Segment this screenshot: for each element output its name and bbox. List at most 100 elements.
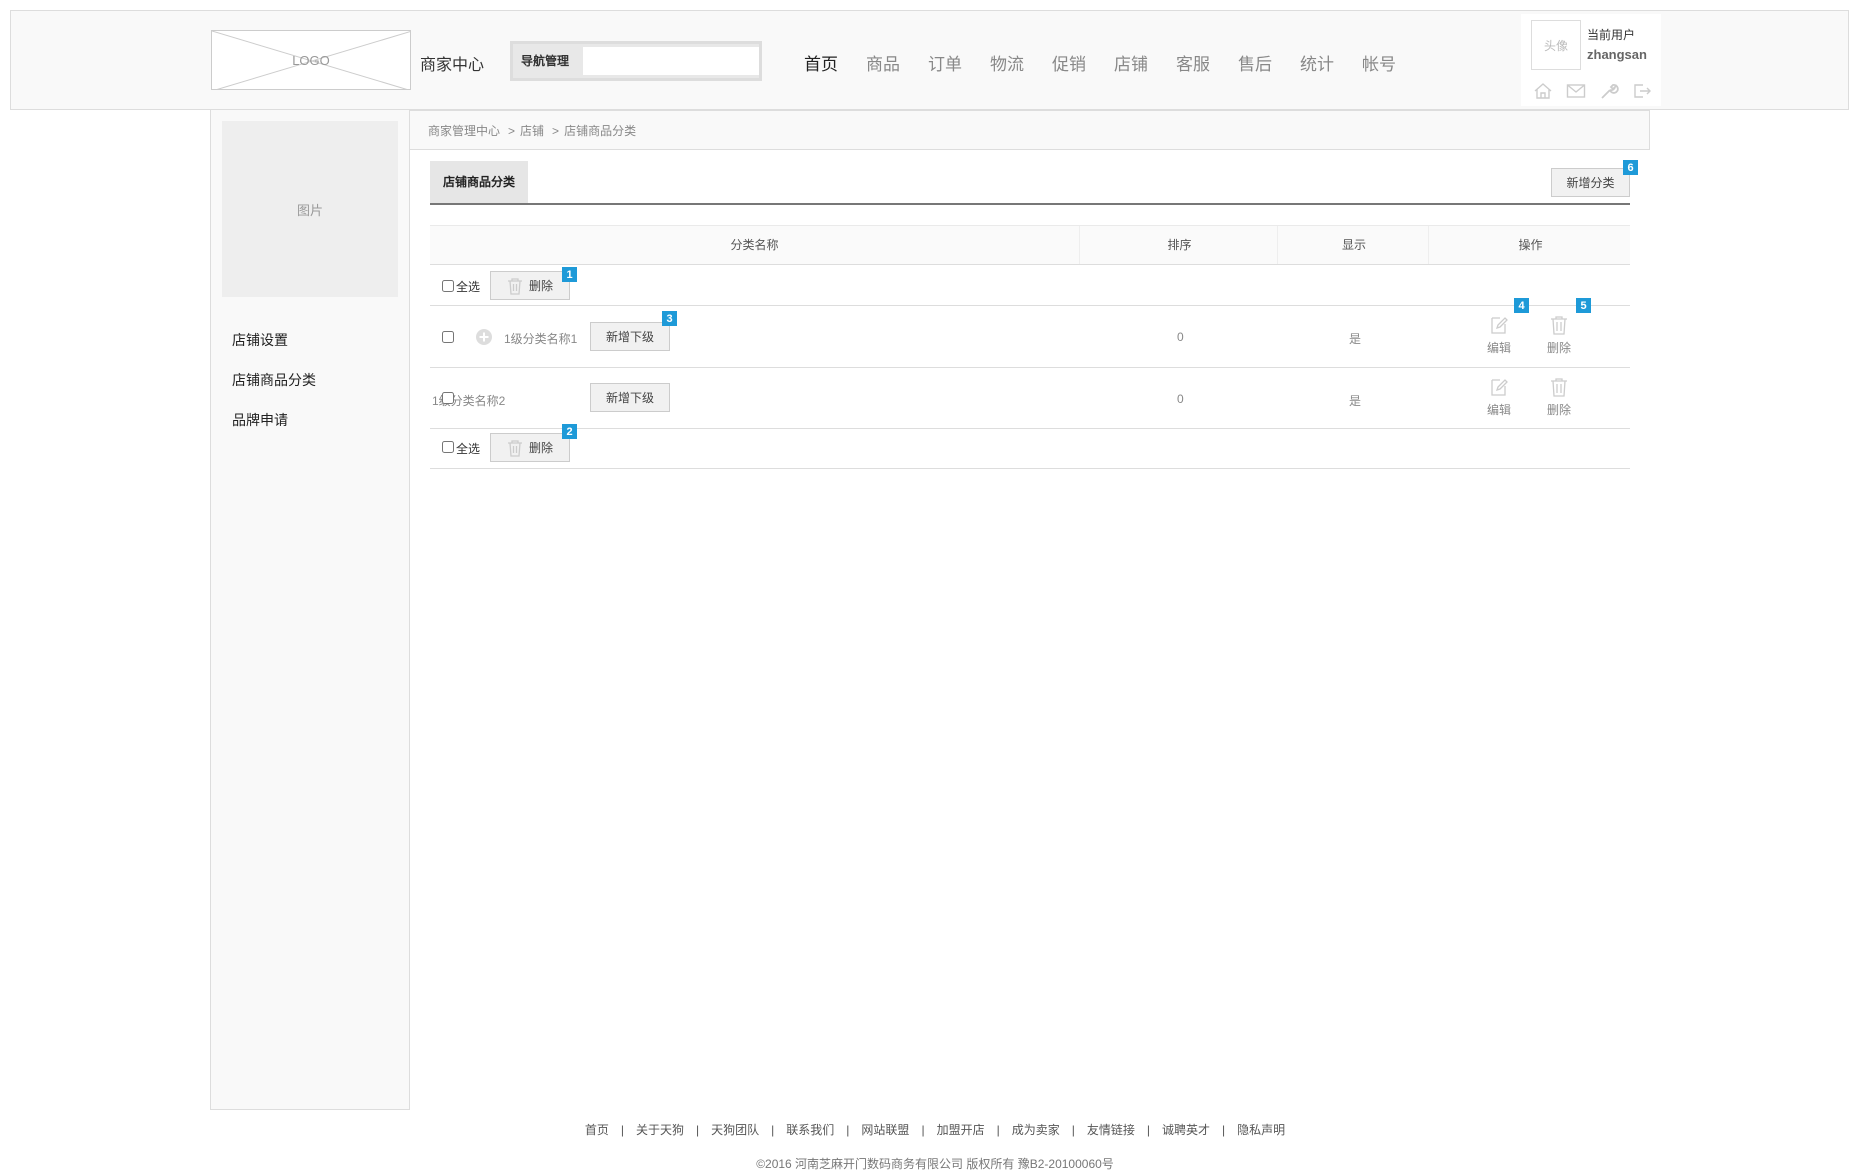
column-header-show: 显示 xyxy=(1280,226,1429,264)
wrench-icon[interactable] xyxy=(1599,82,1619,100)
select-all-checkbox-bottom[interactable] xyxy=(442,441,454,453)
row-checkbox[interactable] xyxy=(442,331,454,343)
bulk-delete-button-bottom[interactable]: 删除 xyxy=(490,433,570,462)
main-nav: 首页 商品 订单 物流 促销 店铺 客服 售后 统计 帐号 xyxy=(804,50,1396,75)
breadcrumb-item-current: 店铺商品分类 xyxy=(564,124,637,138)
logo[interactable]: LOGO xyxy=(211,30,411,90)
footer-separator: | xyxy=(846,1123,850,1137)
sidebar: 图片 店铺设置 店铺商品分类 品牌申请 xyxy=(210,110,410,1110)
edit-action[interactable]: 编辑 xyxy=(1479,315,1519,356)
edit-icon xyxy=(1491,379,1508,396)
nav-manage: 导航管理 xyxy=(510,41,762,81)
nav-manage-label: 导航管理 xyxy=(521,54,570,68)
bulk-delete-button-top[interactable]: 删除 xyxy=(490,271,570,300)
footer-separator: | xyxy=(771,1123,775,1137)
breadcrumb-separator: > xyxy=(508,124,516,138)
add-subcategory-button[interactable]: 新增下级 xyxy=(590,322,670,351)
home-icon[interactable] xyxy=(1533,82,1553,100)
sidebar-item-store-categories[interactable]: 店铺商品分类 xyxy=(232,360,316,400)
category-show: 是 xyxy=(1349,332,1362,346)
avatar[interactable]: 头像 xyxy=(1531,20,1581,70)
footer-link-contact[interactable]: 联系我们 xyxy=(786,1123,834,1137)
category-order: 0 xyxy=(1177,330,1184,344)
store-picture: 图片 xyxy=(222,121,398,297)
breadcrumb: 商家管理中心 > 店铺 > 店铺商品分类 xyxy=(410,110,1650,150)
sidebar-item-brand-application[interactable]: 品牌申请 xyxy=(232,400,316,440)
footer-link-jobs[interactable]: 诚聘英才 xyxy=(1162,1123,1210,1137)
footer-separator: | xyxy=(620,1123,624,1137)
footer-separator: | xyxy=(696,1123,700,1137)
breadcrumb-separator: > xyxy=(552,124,560,138)
nav-item-home[interactable]: 首页 xyxy=(804,50,838,75)
category-order: 0 xyxy=(1177,392,1184,406)
footer-link-alliance[interactable]: 网站联盟 xyxy=(861,1123,909,1137)
user-box: 头像 当前用户 zhangsan xyxy=(1521,14,1661,106)
select-all-row-top: 全选 删除 1 xyxy=(430,265,1630,306)
annotation-badge-2: 2 xyxy=(562,424,577,439)
add-category-button[interactable]: 新增分类 xyxy=(1551,168,1630,197)
edit-action[interactable]: 编辑 xyxy=(1479,377,1519,418)
nav-item-after-sales[interactable]: 售后 xyxy=(1238,50,1272,75)
trash-icon xyxy=(507,277,522,295)
select-all-label: 全选 xyxy=(456,442,481,456)
nav-item-store[interactable]: 店铺 xyxy=(1114,50,1148,75)
nav-item-orders[interactable]: 订单 xyxy=(928,50,962,75)
expand-plus-icon[interactable] xyxy=(475,328,493,346)
annotation-badge-5: 5 xyxy=(1576,298,1591,313)
footer-link-join[interactable]: 加盟开店 xyxy=(937,1123,985,1137)
mail-icon[interactable] xyxy=(1566,82,1586,100)
footer-link-privacy[interactable]: 隐私声明 xyxy=(1237,1123,1285,1137)
footer-separator: | xyxy=(1071,1123,1075,1137)
delete-action[interactable]: 删除 xyxy=(1539,377,1579,418)
header: LOGO 商家中心 导航管理 首页 商品 订单 物流 促销 店铺 客服 售后 统… xyxy=(10,10,1849,110)
bulk-delete-label: 删除 xyxy=(528,441,553,455)
column-header-actions: 操作 xyxy=(1518,238,1543,252)
footer-separator: | xyxy=(921,1123,925,1137)
user-icons xyxy=(1533,82,1652,100)
select-all-checkbox-top[interactable] xyxy=(442,280,454,292)
add-subcategory-button[interactable]: 新增下级 xyxy=(590,383,670,412)
tab-store-categories[interactable]: 店铺商品分类 xyxy=(430,161,529,203)
annotation-badge-1: 1 xyxy=(562,267,577,282)
current-user-label: 当前用户 xyxy=(1587,28,1636,42)
breadcrumb-item-store[interactable]: 店铺 xyxy=(520,124,544,138)
annotation-badge-6: 6 xyxy=(1623,160,1638,175)
nav-item-goods[interactable]: 商品 xyxy=(866,50,900,75)
nav-item-account[interactable]: 帐号 xyxy=(1362,50,1396,75)
breadcrumb-item-merchant-center[interactable]: 商家管理中心 xyxy=(428,124,500,138)
category-show: 是 xyxy=(1349,394,1362,408)
nav-item-service[interactable]: 客服 xyxy=(1176,50,1210,75)
sidebar-menu: 店铺设置 店铺商品分类 品牌申请 xyxy=(232,320,316,440)
table-row: 1级分类名称1 新增下级 3 0 是 编辑 4 删除 5 xyxy=(430,298,1630,368)
trash-icon xyxy=(1551,378,1567,397)
bulk-delete-label: 删除 xyxy=(528,279,553,293)
nav-item-promotion[interactable]: 促销 xyxy=(1052,50,1086,75)
footer-link-friends[interactable]: 友情链接 xyxy=(1087,1123,1135,1137)
tab-bar: 店铺商品分类 xyxy=(430,161,1630,205)
edit-label: 编辑 xyxy=(1486,403,1511,417)
footer-copyright: ©2016 河南芝麻开门数码商务有限公司 版权所有 豫B2-20100060号 xyxy=(756,1157,1114,1171)
footer-link-seller[interactable]: 成为卖家 xyxy=(1012,1123,1060,1137)
delete-label: 删除 xyxy=(1546,341,1571,355)
footer-links: 首页 | 关于天狗 | 天狗团队 | 联系我们 | 网站联盟 | 加盟开店 | 成为卖家 | 友情链接 | 诚聘… xyxy=(0,1121,1870,1138)
footer-separator: | xyxy=(996,1123,1000,1137)
delete-action[interactable]: 删除 xyxy=(1539,315,1579,356)
sidebar-item-store-settings[interactable]: 店铺设置 xyxy=(232,320,316,360)
merchant-center-title: 商家中心 xyxy=(420,57,485,74)
footer-link-about[interactable]: 关于天狗 xyxy=(636,1123,684,1137)
trash-icon xyxy=(507,439,522,457)
username: zhangsan xyxy=(1587,47,1647,62)
nav-manage-input[interactable] xyxy=(583,47,759,75)
footer-link-home[interactable]: 首页 xyxy=(585,1123,609,1137)
nav-item-logistics[interactable]: 物流 xyxy=(990,50,1024,75)
edit-label: 编辑 xyxy=(1486,341,1511,355)
column-header-order: 排序 xyxy=(1082,226,1278,264)
footer-separator: | xyxy=(1222,1123,1226,1137)
annotation-badge-4: 4 xyxy=(1514,298,1529,313)
table-header: 分类名称 排序 显示 操作 xyxy=(430,225,1630,265)
logout-icon[interactable] xyxy=(1632,82,1652,100)
row-checkbox[interactable] xyxy=(442,392,454,404)
edit-icon xyxy=(1491,317,1508,334)
nav-item-statistics[interactable]: 统计 xyxy=(1300,50,1334,75)
footer-link-team[interactable]: 天狗团队 xyxy=(711,1123,759,1137)
